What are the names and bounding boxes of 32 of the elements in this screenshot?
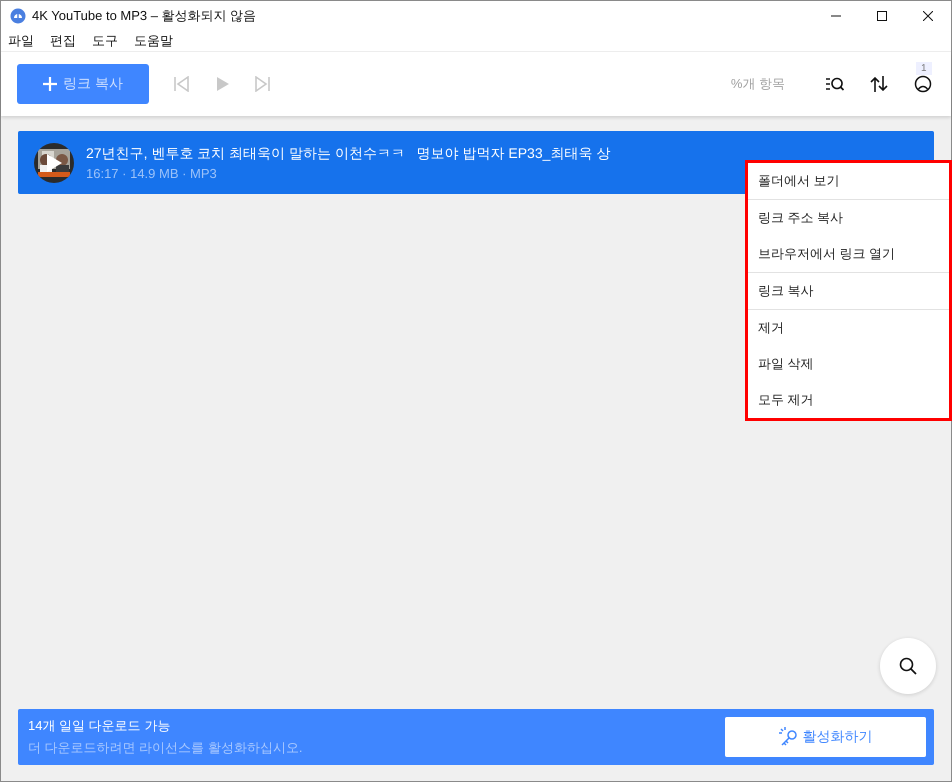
sort-icon xyxy=(870,76,888,92)
plus-icon xyxy=(43,77,58,91)
download-info: 16:17 · 14.9 MB · MP3 xyxy=(86,166,218,180)
banner-message: 더 다운로드하려면 라이선스를 활성화하십시오. xyxy=(28,739,304,757)
previous-icon xyxy=(174,76,190,92)
notification-badge: 1 xyxy=(916,62,932,75)
download-title: 27년친구, 벤투호 코치 최태욱이 말하는 이천수ㅋㅋ 명보야 밥먹자 EP33_최태욱 상 xyxy=(86,144,610,162)
search-list-icon xyxy=(826,76,844,92)
play-icon xyxy=(46,154,63,172)
menu-item[interactable]: 도움말 xyxy=(134,32,173,50)
menu-option[interactable]: 파일 삭제 xyxy=(748,346,949,382)
menu-option[interactable]: 링크 복사 xyxy=(748,273,949,309)
menu-option[interactable]: 폴더에서 보기 xyxy=(748,163,949,199)
menu-option[interactable]: 모두 제거 xyxy=(748,382,949,418)
key-icon xyxy=(778,727,798,747)
search-icon xyxy=(899,657,917,675)
menu-item[interactable]: 편집 xyxy=(50,32,76,50)
window-title: 4K YouTube to MP3 – 활성화되지 않음 xyxy=(32,7,258,25)
menu-option[interactable]: 브라우저에서 링크 열기 xyxy=(748,236,949,272)
item-count: %개 항목 xyxy=(730,75,785,93)
search-button[interactable] xyxy=(880,638,936,694)
menu-item[interactable]: 도구 xyxy=(92,32,118,50)
menu-option[interactable]: 링크 주소 복사 xyxy=(748,200,949,236)
menu-option[interactable]: 제거 xyxy=(748,310,949,346)
app-logo-icon xyxy=(10,8,26,24)
maximize-icon xyxy=(877,11,887,21)
next-icon xyxy=(254,76,270,92)
banner-headline: 14개 일일 다운로드 가능 xyxy=(28,717,172,735)
close-icon xyxy=(923,11,933,21)
user-icon xyxy=(914,75,932,93)
menu-item[interactable]: 파일 xyxy=(8,32,34,50)
play-icon xyxy=(214,76,230,92)
